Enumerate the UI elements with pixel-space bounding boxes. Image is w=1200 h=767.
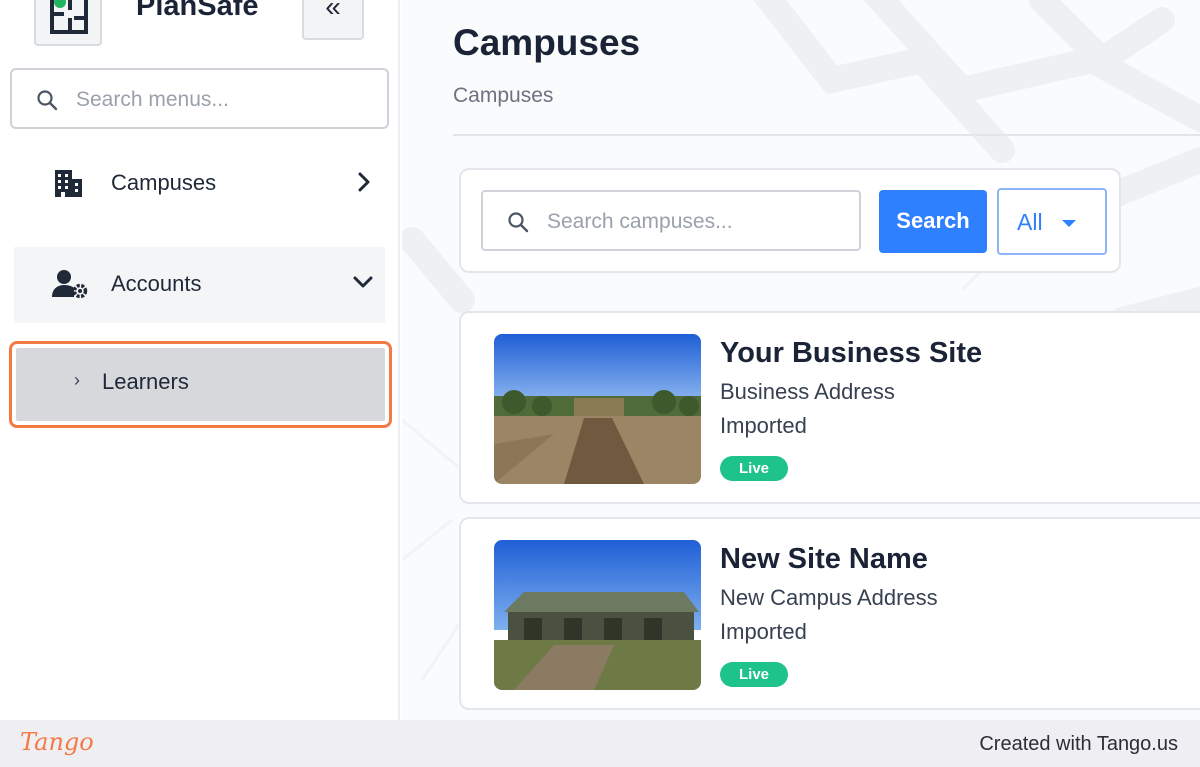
tango-credit[interactable]: Created with Tango.us (979, 733, 1178, 756)
sidebar-item-accounts[interactable]: Accounts (14, 247, 385, 323)
sidebar-item-campuses[interactable]: Campuses (14, 146, 385, 222)
page-title: Campuses (453, 22, 641, 63)
sidebar-item-label: Accounts (111, 271, 202, 296)
sidebar-subitem-background (16, 348, 385, 421)
chevron-down-icon (353, 276, 373, 288)
campus-source: Imported (720, 619, 807, 644)
campus-address: Business Address (720, 379, 895, 404)
caret-down-icon (1062, 220, 1076, 227)
collapse-sidebar-button[interactable]: « (302, 0, 364, 40)
status-badge: Live (720, 456, 788, 481)
campus-source: Imported (720, 413, 807, 438)
building-icon (55, 170, 82, 197)
floorplan-logo-icon (50, 0, 88, 34)
campus-photo-image (494, 334, 701, 484)
menu-search-input[interactable]: Search menus... (10, 68, 389, 129)
search-icon (37, 90, 58, 111)
campus-search-input[interactable]: Search campuses... (481, 190, 861, 251)
app-name: PlanSafe (136, 0, 259, 22)
menu-search-placeholder: Search menus... (76, 88, 229, 111)
campus-name[interactable]: New Site Name (720, 543, 928, 576)
tango-footer: Tango Created with Tango.us (0, 720, 1200, 767)
sidebar: PlanSafe « Search menus... Campuses Acco… (0, 0, 400, 720)
campus-card[interactable]: New Site Name New Campus Address Importe… (459, 517, 1200, 710)
status-badge: Live (720, 662, 788, 687)
breadcrumb[interactable]: Campuses (453, 84, 553, 108)
campus-photo (494, 334, 701, 484)
status-filter-value: All (1017, 209, 1043, 235)
status-filter-dropdown[interactable]: All (997, 188, 1107, 255)
chevron-right-icon (358, 172, 370, 192)
sidebar-item-label: Campuses (111, 170, 217, 195)
search-icon (508, 212, 529, 233)
app-logo[interactable] (34, 0, 102, 46)
campus-photo (494, 540, 701, 690)
campus-search-placeholder: Search campuses... (547, 210, 733, 233)
main-content: Campuses Campuses Search campuses... Sea… (402, 0, 1200, 720)
campus-photo-image (494, 540, 701, 690)
user-gear-icon (52, 270, 88, 299)
sidebar-subitem-learners[interactable]: › Learners (9, 341, 392, 428)
search-button[interactable]: Search (879, 190, 987, 253)
divider (453, 134, 1200, 136)
campus-name[interactable]: Your Business Site (720, 337, 982, 370)
chevron-right-small-icon: › (74, 370, 80, 390)
sidebar-subitem-label: Learners (102, 369, 189, 394)
campus-search-panel: Search campuses... Search All (459, 168, 1121, 273)
campus-address: New Campus Address (720, 585, 938, 610)
campus-card[interactable]: Your Business Site Business Address Impo… (459, 311, 1200, 504)
tango-logo: Tango (20, 728, 94, 756)
